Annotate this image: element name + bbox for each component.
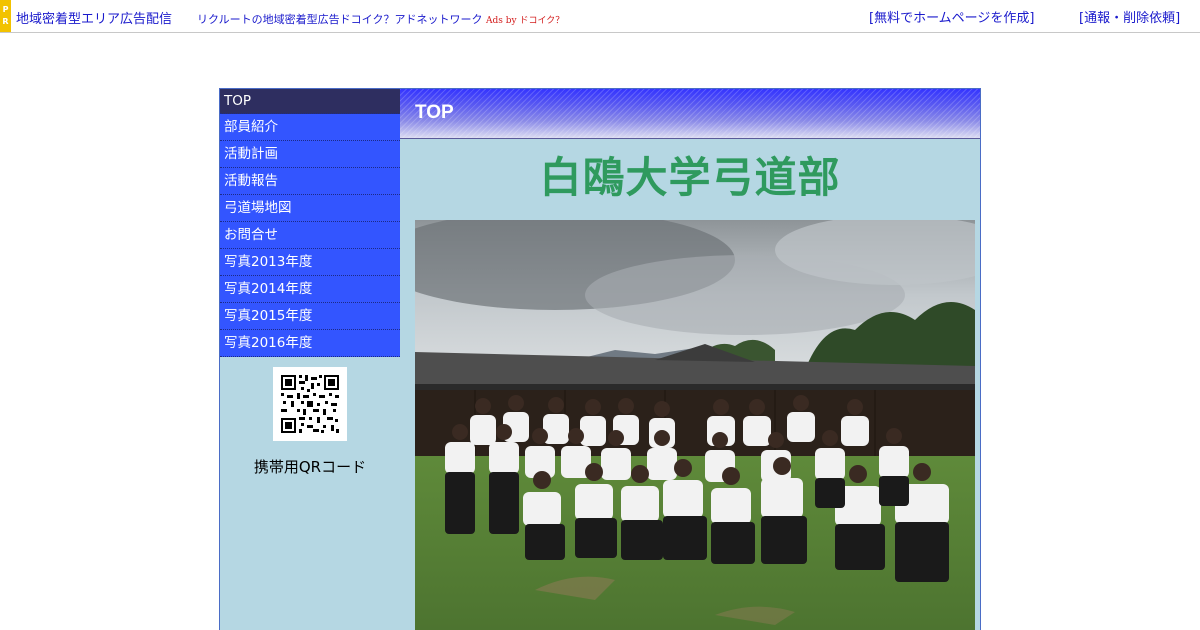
team-photo [415,220,975,630]
page-title: TOP [415,102,454,123]
sidebar-item-top[interactable]: TOP [220,89,400,114]
pr-letter-r: R [2,17,9,26]
ad-sub-link[interactable]: リクルートの地域密着型広告ドコイク？アドネットワーク [197,11,482,27]
sidebar-item-photos-2014[interactable]: 写真2014年度 [220,276,400,303]
ad-main-link[interactable]: 地域密着型エリア広告配信 [16,8,172,27]
sidebar-item-map[interactable]: 弓道場地図 [220,195,400,222]
sidebar-item-contact[interactable]: お問合せ [220,222,400,249]
create-homepage-link[interactable]: [無料でホームページを作成] [869,7,1035,26]
qr-code-icon [273,367,347,441]
sidebar-item-photos-2015[interactable]: 写真2015年度 [220,303,400,330]
club-name-heading: 白鴎大学弓道部 [539,153,841,202]
pr-letter-p: P [2,5,9,14]
sidebar-item-plan[interactable]: 活動計画 [220,141,400,168]
pr-badge: P R [0,0,11,32]
team-photo-image [415,220,975,630]
sidebar-item-photos-2016[interactable]: 写真2016年度 [220,330,400,357]
sidebar-item-photos-2013[interactable]: 写真2013年度 [220,249,400,276]
qr-code-label: 携帯用QRコード [253,458,367,476]
main-content: TOP 白鴎大学弓道部 [400,89,980,630]
report-delete-link[interactable]: [通報・削除依頼] [1079,7,1180,26]
sidebar-nav: TOP 部員紹介 活動計画 活動報告 弓道場地図 お問合せ 写真2013年度 写… [220,89,400,357]
sidebar: TOP 部員紹介 活動計画 活動報告 弓道場地図 お問合せ 写真2013年度 写… [220,89,400,630]
sidebar-item-members[interactable]: 部員紹介 [220,114,400,141]
sidebar-item-report[interactable]: 活動報告 [220,168,400,195]
ads-by-link[interactable]: Ads by ドコイク？ [486,13,564,26]
qr-code [273,367,347,441]
page-container: TOP 部員紹介 活動計画 活動報告 弓道場地図 お問合せ 写真2013年度 写… [219,88,981,630]
ad-bar: P R 地域密着型エリア広告配信 リクルートの地域密着型広告ドコイク？アドネット… [0,0,1200,33]
main-header: TOP [400,89,980,139]
